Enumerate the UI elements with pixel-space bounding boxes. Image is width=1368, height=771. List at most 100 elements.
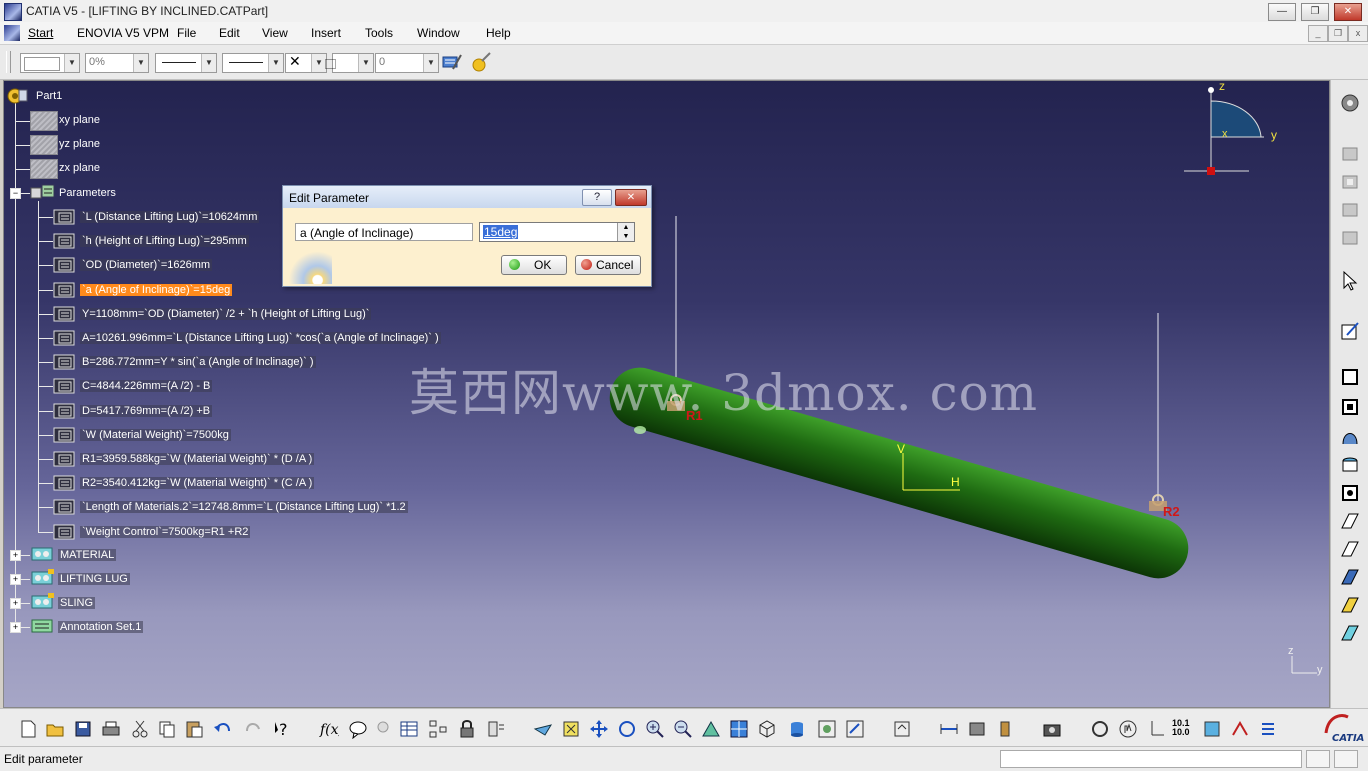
zoom-out-icon[interactable] (673, 719, 693, 739)
hide-show-icon[interactable] (817, 719, 837, 739)
redo-icon[interactable] (243, 719, 263, 739)
parameter-value-input[interactable]: 15deg (483, 225, 519, 239)
select-arrow-icon[interactable] (1339, 270, 1361, 292)
tree-parameter-item[interactable]: `L (Distance Lifting Lug)`=10624mm (80, 211, 260, 223)
capture-camera-icon[interactable] (1042, 719, 1062, 739)
layer-combo[interactable]: 0 ▼ (375, 53, 439, 73)
menu-window[interactable]: Window (417, 26, 460, 40)
split-icon[interactable] (1339, 510, 1361, 532)
tree-set-lifting-lug[interactable]: LIFTING LUG (58, 573, 130, 585)
sketcher-icon[interactable] (1339, 320, 1361, 342)
parameter-icon[interactable] (53, 475, 75, 491)
fill-icon[interactable] (1339, 454, 1361, 476)
tree-set-material[interactable]: MATERIAL (58, 549, 117, 561)
revolve-icon[interactable] (1339, 396, 1361, 418)
color-combo[interactable]: ▼ (20, 53, 80, 73)
restore-button[interactable]: ❐ (1301, 3, 1329, 21)
plane-icon[interactable] (30, 111, 58, 131)
graphic-properties-brush-icon[interactable] (470, 51, 492, 73)
settings-gear-icon[interactable] (1339, 92, 1361, 114)
parameter-value-spinner[interactable]: 15deg ▲ ▼ (479, 222, 635, 242)
parameters-folder-icon[interactable] (30, 183, 56, 201)
tree-plane-yz[interactable]: yz plane (59, 138, 100, 150)
parameter-icon[interactable] (53, 378, 75, 394)
tree-annotation-set[interactable]: Annotation Set.1 (58, 621, 144, 633)
refresh-icon[interactable] (1090, 719, 1110, 739)
parameter-icon[interactable] (53, 330, 75, 346)
tree-parameter-item[interactable]: B=286.772mm=Y * sin(`a (Angle of Inclina… (80, 356, 316, 368)
pocket-icon[interactable] (1339, 170, 1361, 192)
save-icon[interactable] (73, 719, 93, 739)
tree-parameter-item[interactable]: `Length of Materials.2`=12748.8mm=`L (Di… (80, 501, 408, 513)
normal-view-icon[interactable] (701, 719, 721, 739)
parameter-icon[interactable] (53, 306, 75, 322)
fly-mode-icon[interactable] (533, 719, 553, 739)
tree-parameter-item[interactable]: `h (Height of Lifting Lug)`=295mm (80, 235, 249, 247)
tree-parameters-label[interactable]: Parameters (59, 187, 116, 199)
part-icon[interactable] (6, 87, 28, 105)
formula-fx-icon[interactable]: f(x) (319, 719, 344, 739)
iso-view-icon[interactable] (757, 719, 777, 739)
menu-start[interactable]: Start (28, 26, 53, 40)
groove-icon[interactable] (1339, 226, 1361, 248)
swap-visible-space-icon[interactable] (845, 719, 865, 739)
power-input-field[interactable] (1000, 750, 1302, 768)
sweep-icon[interactable] (1339, 426, 1361, 448)
status-stop-button[interactable] (1334, 750, 1358, 768)
extrude-icon[interactable] (1339, 366, 1361, 388)
cancel-button[interactable]: Cancel (575, 255, 641, 275)
tree-plane-xy[interactable]: xy plane (59, 114, 100, 126)
menu-enovia[interactable]: ENOVIA V5 VPM (77, 26, 169, 40)
tree-parameter-item[interactable]: `a (Angle of Inclinage)`=15deg (80, 284, 233, 296)
parameter-icon[interactable] (53, 354, 75, 370)
tree-set-sling[interactable]: SLING (58, 597, 96, 609)
list-icon[interactable] (1258, 719, 1278, 739)
geometrical-set-icon[interactable] (30, 569, 56, 587)
doc-minimize-button[interactable]: _ (1308, 25, 1328, 42)
lock-icon[interactable] (457, 719, 477, 739)
tree-parameter-item[interactable]: C=4844.226mm=(A /2) - B (80, 380, 213, 392)
tree-parameter-item[interactable]: `W (Material Weight)`=7500kg (80, 429, 231, 441)
measure-inertia-icon[interactable] (995, 719, 1015, 739)
tree-parameter-item[interactable]: A=10261.996mm=`L (Distance Lifting Lug)`… (80, 332, 441, 344)
design-table-icon[interactable] (399, 719, 419, 739)
dialog-close-button[interactable]: ✕ (615, 189, 647, 206)
spin-up-icon[interactable]: ▲ (617, 223, 634, 232)
catia-app-icon[interactable] (4, 3, 22, 21)
ok-button[interactable]: OK (501, 255, 567, 275)
tree-parameter-item[interactable]: `OD (Diameter)`=1626mm (80, 259, 213, 271)
zoom-in-icon[interactable] (645, 719, 665, 739)
menu-edit[interactable]: Edit (219, 26, 240, 40)
3d-viewport[interactable]: R1 R2 V H z y x z y 莫西网www. 3dmox. com P… (3, 79, 1330, 708)
transparency-combo[interactable]: 0% ▼ (85, 53, 149, 73)
minimize-button[interactable]: — (1268, 3, 1296, 21)
boundary-icon[interactable] (1339, 482, 1361, 504)
new-file-icon[interactable] (18, 719, 38, 739)
parameter-icon[interactable] (53, 257, 75, 273)
dialog-title-bar[interactable]: Edit Parameter ? ✕ (283, 186, 651, 208)
axis-system-icon[interactable] (1146, 719, 1166, 739)
geometrical-set-icon[interactable] (30, 593, 56, 611)
plane-icon[interactable] (30, 159, 58, 179)
tree-parameter-item[interactable]: R2=3540.412kg=`W (Material Weight)` * (C… (80, 477, 315, 489)
tree-parameter-item[interactable]: Y=1108mm=`OD (Diameter)` /2 + `h (Height… (80, 308, 372, 320)
join-icon[interactable] (1339, 566, 1361, 588)
parameter-icon[interactable] (53, 233, 75, 249)
doc-restore-button[interactable]: ❐ (1328, 25, 1348, 42)
print-icon[interactable] (101, 719, 121, 739)
multi-view-icon[interactable] (729, 719, 749, 739)
menu-help[interactable]: Help (486, 26, 511, 40)
extract-icon[interactable] (1339, 622, 1361, 644)
parameter-icon[interactable] (53, 403, 75, 419)
measure-item-icon[interactable] (967, 719, 987, 739)
parameter-icon[interactable] (53, 499, 75, 515)
grid-snap-icon[interactable] (1202, 719, 1222, 739)
parameter-icon[interactable] (53, 524, 75, 540)
cut-icon[interactable] (130, 719, 150, 739)
knowledge-comment-icon[interactable] (348, 719, 368, 740)
update-icon[interactable] (892, 719, 912, 739)
geometrical-set-icon[interactable] (30, 545, 56, 563)
tree-plane-zx[interactable]: zx plane (59, 162, 100, 174)
tree-root-label[interactable]: Part1 (36, 90, 62, 102)
whats-this-icon[interactable]: ? (273, 719, 293, 739)
